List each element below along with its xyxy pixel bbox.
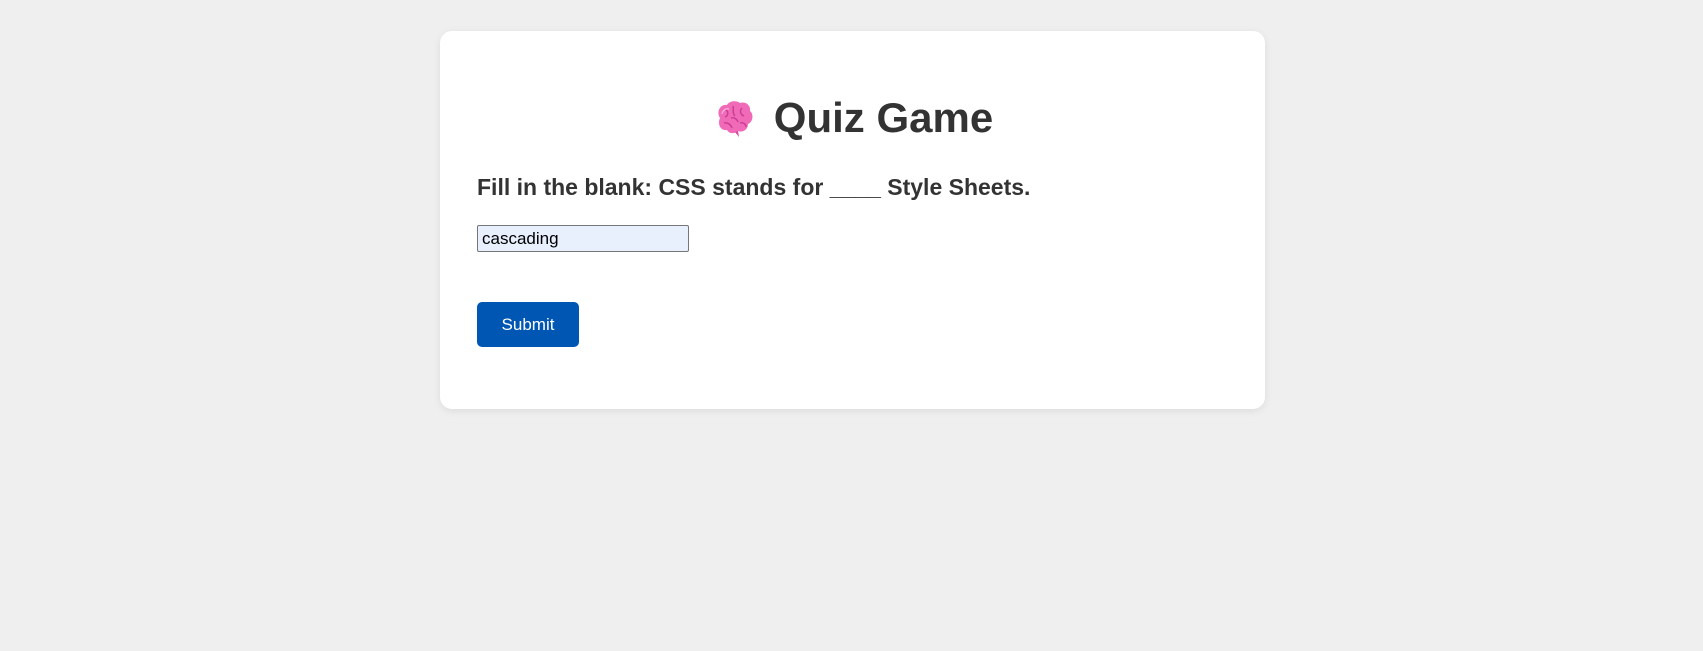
answer-input[interactable] bbox=[477, 225, 689, 252]
submit-button[interactable]: Submit bbox=[477, 302, 579, 347]
quiz-card: Quiz Game Fill in the blank: CSS stands … bbox=[440, 31, 1265, 409]
question-text: Fill in the blank: CSS stands for ____ S… bbox=[477, 174, 1031, 200]
brain-icon bbox=[712, 98, 756, 138]
page-title: Quiz Game bbox=[773, 94, 994, 141]
title-row: Quiz Game bbox=[440, 97, 1265, 139]
